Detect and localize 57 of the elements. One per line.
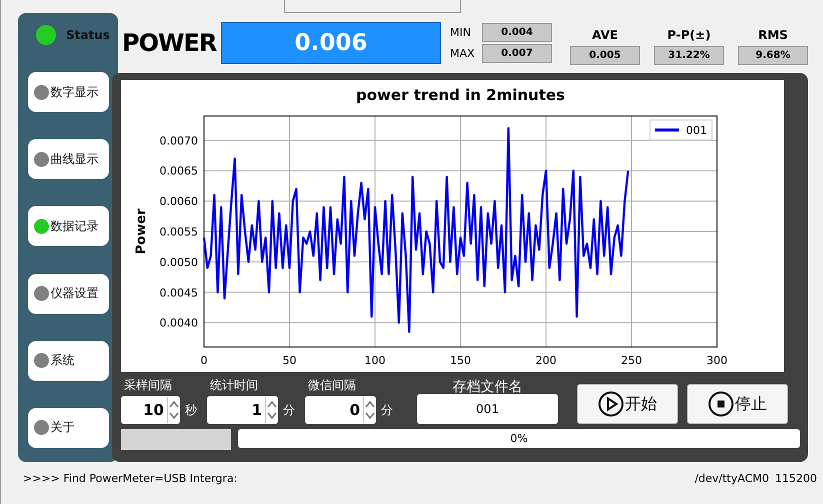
max-label: MAX: [450, 47, 476, 60]
file-label: 存档文件名: [452, 378, 522, 396]
unit-label: 秒: [185, 402, 197, 418]
y-tick-label: 0.0040: [160, 316, 198, 330]
x-tick-label: 100: [364, 354, 386, 367]
number-spinner[interactable]: 0: [305, 396, 376, 424]
action-button[interactable]: 停止: [687, 384, 788, 424]
min-label: MIN: [450, 26, 472, 39]
stat-value: 31.22%: [654, 46, 724, 64]
number-spinner[interactable]: 10: [121, 396, 180, 424]
progress-bar: 0%: [238, 429, 800, 448]
unit-label: 分: [381, 402, 393, 418]
spinner-label: 统计时间: [210, 377, 259, 394]
action-button[interactable]: 开始: [577, 384, 678, 424]
nav-button[interactable]: 数字显示: [28, 72, 108, 112]
power-reading: 0.006: [221, 22, 441, 64]
legend-line-icon: [655, 128, 679, 132]
number-spinner[interactable]: 1: [207, 396, 278, 424]
stat-label: RMS: [758, 28, 788, 42]
baud-label: 115200: [775, 472, 817, 485]
status-label: Status: [66, 28, 110, 42]
x-tick-label: 50: [282, 354, 296, 367]
legend-box: [650, 120, 712, 140]
chart-title: power trend in 2minutes: [356, 86, 565, 104]
y-axis-label: Power: [134, 208, 149, 254]
x-tick-label: 300: [706, 354, 728, 367]
play-icon: [598, 391, 624, 417]
stat-label: P-P(±): [667, 28, 711, 42]
stat-value: 0.005: [570, 46, 640, 64]
status-message: >>>> Find PowerMeter=USB Intergra:: [23, 472, 238, 485]
stat-value: 9.68%: [738, 46, 808, 64]
y-tick-label: 0.0060: [160, 195, 198, 208]
x-tick-label: 250: [621, 354, 642, 367]
x-tick-label: 200: [536, 354, 556, 367]
nav-button[interactable]: 曲线显示: [28, 139, 108, 180]
power-title: POWER: [122, 29, 218, 57]
y-tick-label: 0.0070: [160, 134, 198, 148]
nav-button[interactable]: 系统: [28, 340, 108, 381]
y-tick-label: 0.0065: [160, 164, 198, 178]
max-value: 0.007: [482, 44, 552, 63]
nav-button[interactable]: 关于: [28, 408, 108, 448]
spinner-label: 微信间隔: [308, 377, 357, 394]
stat-label: AVE: [592, 28, 618, 42]
x-tick-label: 0: [200, 354, 208, 367]
unit-label: 分: [283, 402, 295, 418]
y-tick-label: 0.0055: [160, 226, 198, 238]
nav-button[interactable]: 数据记录: [28, 206, 108, 246]
file-name-field[interactable]: 001: [417, 394, 558, 424]
x-tick-label: 150: [450, 354, 471, 367]
min-value: 0.004: [482, 23, 552, 42]
y-tick-label: 0.0045: [160, 286, 198, 300]
legend-label: 001: [686, 124, 707, 137]
port-label: /dev/ttyACM0: [694, 472, 769, 485]
stop-icon: [708, 391, 734, 417]
spinner-label: 采样间隔: [124, 377, 173, 394]
nav-button[interactable]: 仪器设置: [28, 274, 108, 314]
y-tick-label: 0.0050: [160, 256, 198, 269]
